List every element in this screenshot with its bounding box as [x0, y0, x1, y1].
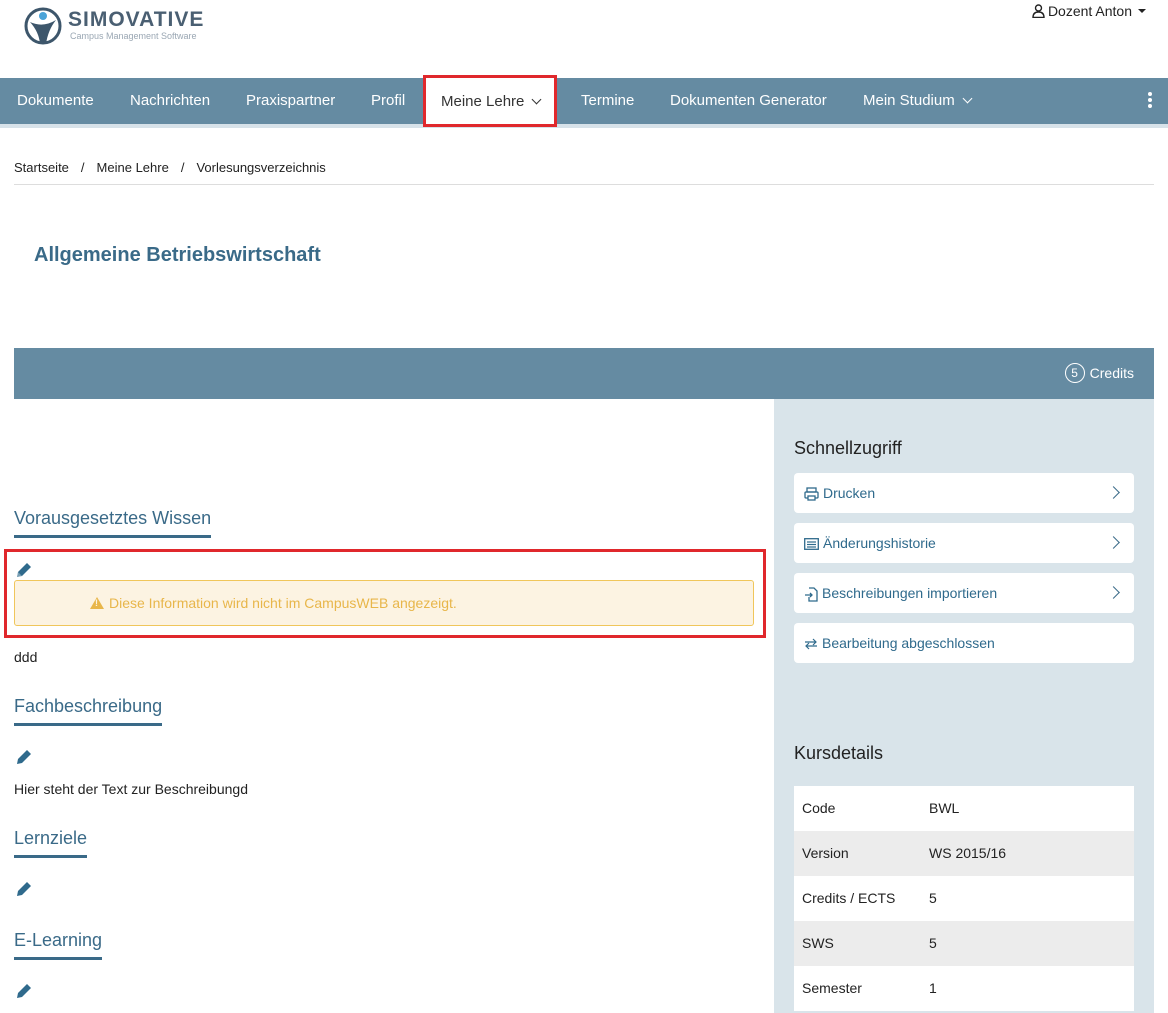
- page-title: Allgemeine Betriebswirtschaft: [34, 244, 321, 266]
- section-title-vorwissen: Vorausgesetztes Wissen: [14, 508, 212, 538]
- chevron-right-icon: [1107, 486, 1120, 499]
- vorwissen-text: ddd: [14, 649, 38, 665]
- detail-value: WS 2015/16: [929, 845, 1007, 861]
- fachbeschreibung-text: Hier steht der Text zur Beschreibungd: [14, 781, 248, 797]
- chevron-right-icon: [1107, 586, 1120, 599]
- quick-link-importieren[interactable]: Beschreibungen importieren: [794, 573, 1134, 613]
- credits-bar: 5 Credits: [14, 348, 1154, 399]
- credits-label: Credits: [1089, 365, 1134, 381]
- detail-key: Semester: [802, 980, 862, 996]
- detail-row: Version WS 2015/16: [794, 831, 1134, 876]
- section-title-elearning: E-Learning: [14, 930, 103, 960]
- detail-value: BWL: [929, 800, 960, 816]
- detail-value: 5: [929, 935, 937, 951]
- quick-link-bearbeitung-abgeschlossen[interactable]: Bearbeitung abgeschlossen: [794, 623, 1134, 663]
- caret-down-icon: [1138, 9, 1146, 13]
- exchange-icon: [805, 638, 817, 650]
- nav-termine[interactable]: Termine: [581, 78, 634, 124]
- detail-row: Code BWL: [794, 786, 1134, 831]
- credits-count: 5: [1064, 363, 1085, 383]
- list-icon: [804, 538, 819, 551]
- detail-value: 1: [929, 980, 937, 996]
- breadcrumb-meine-lehre[interactable]: Meine Lehre: [97, 160, 169, 175]
- detail-row: Semester 1: [794, 966, 1134, 1011]
- chevron-down-icon: [962, 93, 973, 104]
- quick-link-bearbeitung-label: Bearbeitung abgeschlossen: [822, 635, 995, 651]
- chevron-down-icon: [531, 94, 542, 105]
- alert-text: Diese Information wird nicht im CampusWE…: [109, 595, 457, 611]
- user-name: Dozent Anton: [1047, 3, 1132, 19]
- warning-alert: Diese Information wird nicht im CampusWE…: [14, 580, 754, 626]
- pencil-icon[interactable]: [14, 879, 34, 899]
- detail-key: Version: [802, 845, 849, 861]
- more-menu-icon[interactable]: [1148, 92, 1152, 110]
- brand-name: SIMOVATIVE: [68, 8, 205, 31]
- nav-mein-studium[interactable]: Mein Studium: [863, 78, 973, 124]
- nav-mein-studium-label: Mein Studium: [863, 92, 955, 109]
- detail-row: Credits / ECTS 5: [794, 876, 1134, 921]
- pencil-icon[interactable]: [14, 981, 34, 1001]
- logo-icon: [24, 7, 62, 45]
- quick-link-importieren-label: Beschreibungen importieren: [822, 585, 998, 601]
- import-icon: [805, 587, 818, 602]
- brand-logo[interactable]: SIMOVATIVE Campus Management Software: [24, 4, 224, 48]
- breadcrumb: Startseite / Meine Lehre / Vorlesungsverzeic…: [14, 160, 1154, 185]
- course-details-title: Kursdetails: [794, 743, 884, 763]
- section-title-fachbeschreibung: Fachbeschreibung: [14, 696, 163, 726]
- quick-link-aenderungshistorie[interactable]: Änderungshistorie: [794, 523, 1134, 563]
- course-details-table: Code BWL Version WS 2015/16 Credits / ECTS…: [794, 786, 1134, 1011]
- detail-key: Credits / ECTS: [802, 890, 896, 906]
- quick-link-aenderungshistorie-label: Änderungshistorie: [823, 535, 936, 551]
- nav-dokumente[interactable]: Dokumente: [17, 78, 94, 124]
- quick-link-drucken[interactable]: Drucken: [794, 473, 1134, 513]
- detail-key: Code: [802, 800, 836, 816]
- main-navbar: Dokumente Nachrichten Praxispartner Prof…: [0, 75, 1168, 128]
- detail-value: 5: [929, 890, 937, 906]
- nav-nachrichten[interactable]: Nachrichten: [130, 78, 210, 124]
- pencil-icon[interactable]: [14, 560, 34, 580]
- printer-icon: [804, 487, 819, 501]
- detail-row: SWS 5: [794, 921, 1134, 966]
- nav-profil[interactable]: Profil: [371, 78, 405, 124]
- user-menu[interactable]: Dozent Anton: [1032, 3, 1146, 19]
- brand-tagline: Campus Management Software: [70, 31, 197, 41]
- breadcrumb-startseite[interactable]: Startseite: [14, 160, 69, 175]
- nav-meine-lehre-label: Meine Lehre: [441, 93, 525, 110]
- credits-badge: 5 Credits: [1064, 363, 1134, 383]
- warning-icon: [90, 597, 104, 609]
- breadcrumb-vorlesungsverzeichnis: Vorlesungsverzeichnis: [196, 160, 326, 175]
- nav-praxispartner[interactable]: Praxispartner: [246, 78, 335, 124]
- pencil-icon[interactable]: [14, 747, 34, 767]
- quick-link-drucken-label: Drucken: [823, 485, 876, 501]
- nav-dokumenten-generator[interactable]: Dokumenten Generator: [670, 78, 827, 124]
- sidebar-panel: Schnellzugriff Drucken Änderungshistorie…: [774, 399, 1154, 1013]
- chevron-right-icon: [1107, 536, 1120, 549]
- detail-key: SWS: [802, 935, 834, 951]
- section-title-lernziele: Lernziele: [14, 828, 88, 858]
- nav-meine-lehre[interactable]: Meine Lehre: [423, 75, 557, 127]
- quick-access-title: Schnellzugriff: [794, 438, 902, 458]
- user-icon: [1032, 4, 1045, 18]
